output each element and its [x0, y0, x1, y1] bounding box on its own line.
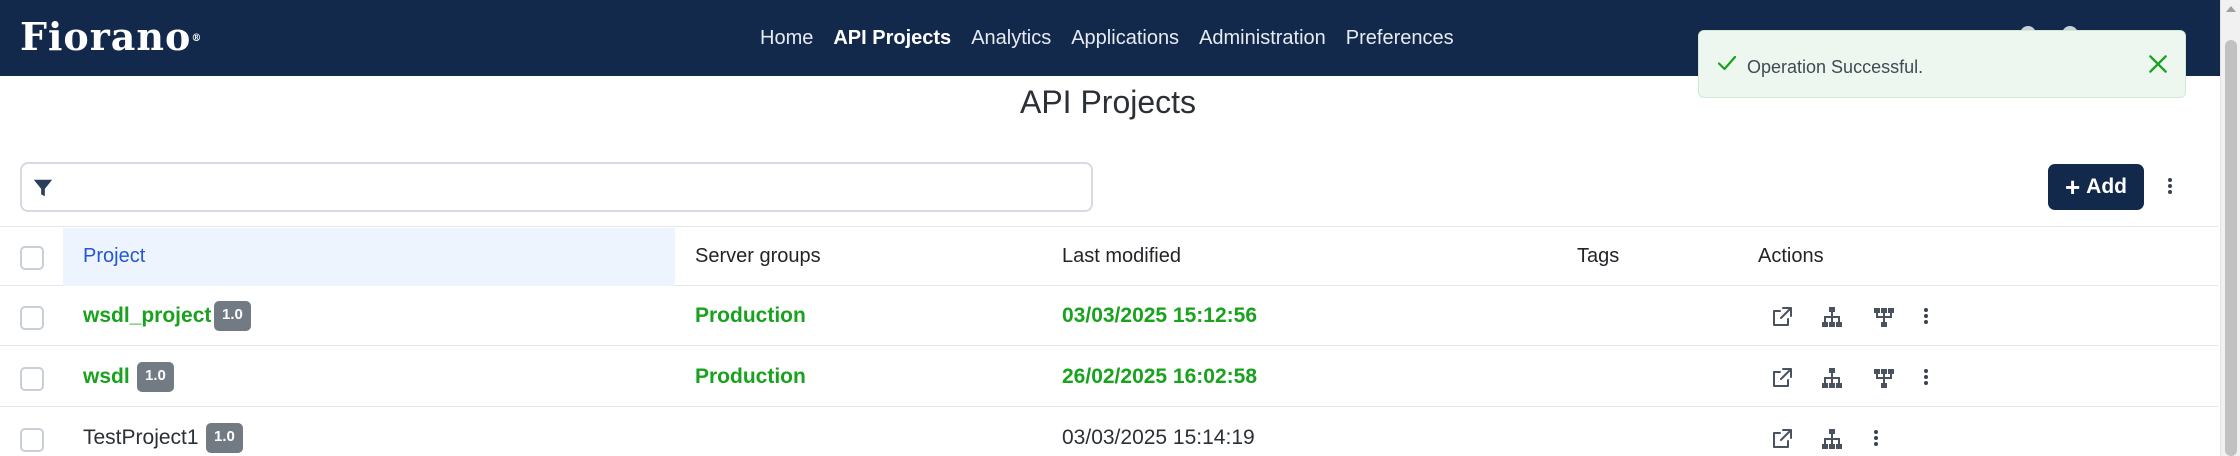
scrollbar-thumb[interactable]: [2225, 40, 2237, 456]
open-external-icon[interactable]: [1770, 366, 1794, 390]
sitemap-icon[interactable]: [1820, 427, 1844, 451]
nav-preferences[interactable]: Preferences: [1346, 27, 1454, 50]
nav-api-projects[interactable]: API Projects: [833, 27, 951, 50]
check-icon: [1717, 55, 1737, 71]
project-name[interactable]: wsdl: [83, 365, 130, 389]
header-tags: Tags: [1577, 245, 1620, 267]
open-external-icon[interactable]: [1770, 427, 1794, 451]
nav-analytics[interactable]: Analytics: [971, 27, 1051, 50]
last-modified: 03/03/2025 15:12:56: [1062, 304, 1257, 327]
row-checkbox[interactable]: [20, 428, 44, 452]
version-badge: 1.0: [137, 362, 174, 392]
row-menu-icon[interactable]: [1866, 428, 1886, 450]
header-server-groups[interactable]: Server groups: [695, 245, 821, 268]
select-all-checkbox[interactable]: [20, 246, 44, 270]
last-modified: 26/02/2025 16:02:58: [1062, 365, 1257, 388]
toast-message: Operation Successful.: [1747, 57, 1924, 77]
nav-home[interactable]: Home: [760, 27, 813, 50]
sitemap-icon[interactable]: [1820, 305, 1844, 329]
table-row: wsdl_project 1.0 Production 03/03/2025 1…: [0, 286, 2218, 346]
filter-bar[interactable]: [20, 162, 1093, 212]
server-group: Production: [695, 365, 806, 388]
last-modified: 03/03/2025 15:14:19: [1062, 426, 1255, 449]
header-last-modified[interactable]: Last modified: [1062, 245, 1181, 268]
open-external-icon[interactable]: [1770, 305, 1794, 329]
row-checkbox[interactable]: [20, 367, 44, 391]
header-project[interactable]: Project: [83, 245, 145, 268]
table-header: Project Server groups Last modified Tags…: [0, 226, 2218, 286]
table-row: TestProject1 1.0 03/03/2025 15:14:19: [0, 408, 2218, 456]
plus-icon: +: [2064, 172, 2081, 202]
deploy-tree-icon[interactable]: [1872, 366, 1896, 390]
page-scrollbar[interactable]: [2220, 0, 2240, 456]
project-name[interactable]: TestProject1: [83, 426, 199, 450]
nav-administration[interactable]: Administration: [1199, 27, 1326, 50]
header-actions: Actions: [1758, 245, 1824, 267]
scroll-up-arrow-icon[interactable]: [2226, 6, 2236, 12]
project-name[interactable]: wsdl_project: [83, 304, 211, 328]
table-row: wsdl 1.0 Production 26/02/2025 16:02:58: [0, 347, 2218, 407]
version-badge: 1.0: [214, 301, 251, 331]
server-group: Production: [695, 304, 806, 327]
close-icon[interactable]: [2145, 51, 2171, 77]
add-button[interactable]: + Add: [2048, 164, 2144, 210]
version-badge: 1.0: [206, 423, 243, 453]
nav-applications[interactable]: Applications: [1071, 27, 1179, 50]
more-options-icon[interactable]: [2160, 176, 2180, 198]
add-button-label: Add: [2086, 175, 2127, 198]
nav-links: Home API Projects Analytics Applications…: [760, 0, 1454, 76]
brand-name: Fiorano: [20, 14, 192, 59]
filter-icon: [33, 179, 53, 197]
deploy-tree-icon[interactable]: [1872, 305, 1896, 329]
fiorano-logo[interactable]: Fiorano®: [20, 16, 202, 58]
filter-input[interactable]: [66, 170, 1076, 204]
row-checkbox[interactable]: [20, 306, 44, 330]
row-menu-icon[interactable]: [1916, 306, 1936, 328]
sitemap-icon[interactable]: [1820, 366, 1844, 390]
row-menu-icon[interactable]: [1916, 367, 1936, 389]
project-header-highlight: [63, 228, 675, 286]
page-title: API Projects: [1019, 84, 1197, 120]
